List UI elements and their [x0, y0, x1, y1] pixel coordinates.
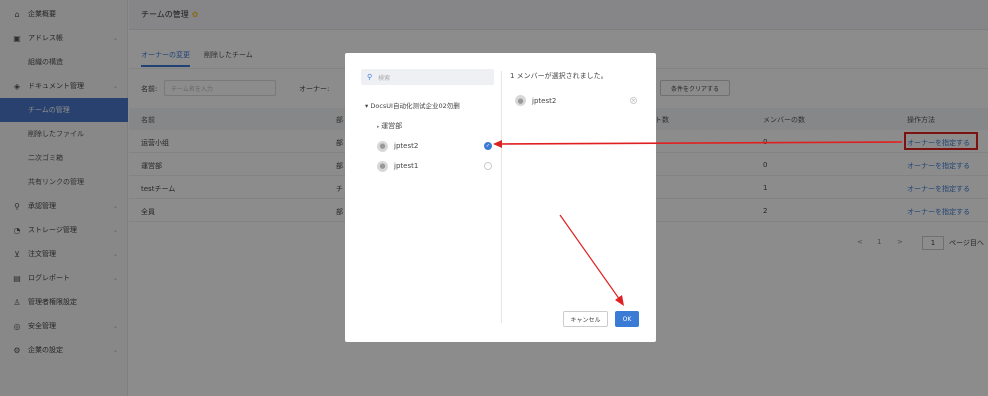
search-icon: ⚲ [367, 73, 373, 81]
member-item-jptest2[interactable]: ● jptest2 ✓ [377, 138, 492, 154]
selected-member-name: jptest2 [532, 96, 557, 105]
ok-button[interactable]: OK [615, 311, 639, 327]
member-name: jptest2 [394, 142, 419, 150]
checked-icon[interactable]: ✓ [484, 142, 492, 150]
tree-root-label: DocsUI自动化测试企业02勿删 [370, 102, 460, 110]
selected-member-jptest2: ● jptest2 × [515, 95, 637, 106]
tree-department-label: 運営部 [381, 122, 403, 130]
member-select-dialog: ⚲ 検索 ▾ DocsUI自动化测试企业02勿删 ▸ 運営部 ● jptest2… [345, 53, 656, 342]
member-search-input[interactable]: ⚲ 検索 [361, 69, 494, 85]
search-placeholder: 検索 [378, 74, 391, 82]
tree-department[interactable]: ▸ 運営部 [377, 121, 402, 131]
cancel-button[interactable]: キャンセル [563, 311, 608, 327]
tree-root[interactable]: ▾ DocsUI自动化测试企业02勿删 [365, 100, 460, 110]
avatar: ● [377, 140, 388, 152]
remove-icon[interactable]: × [630, 97, 637, 104]
selected-count-text: 1 メンバーが選択されました。 [510, 72, 608, 80]
avatar: ● [377, 160, 388, 172]
unchecked-radio[interactable] [484, 162, 492, 170]
member-name: jptest1 [394, 162, 419, 170]
member-item-jptest1[interactable]: ● jptest1 [377, 158, 492, 174]
avatar: ● [515, 95, 526, 106]
dialog-divider [501, 71, 502, 323]
